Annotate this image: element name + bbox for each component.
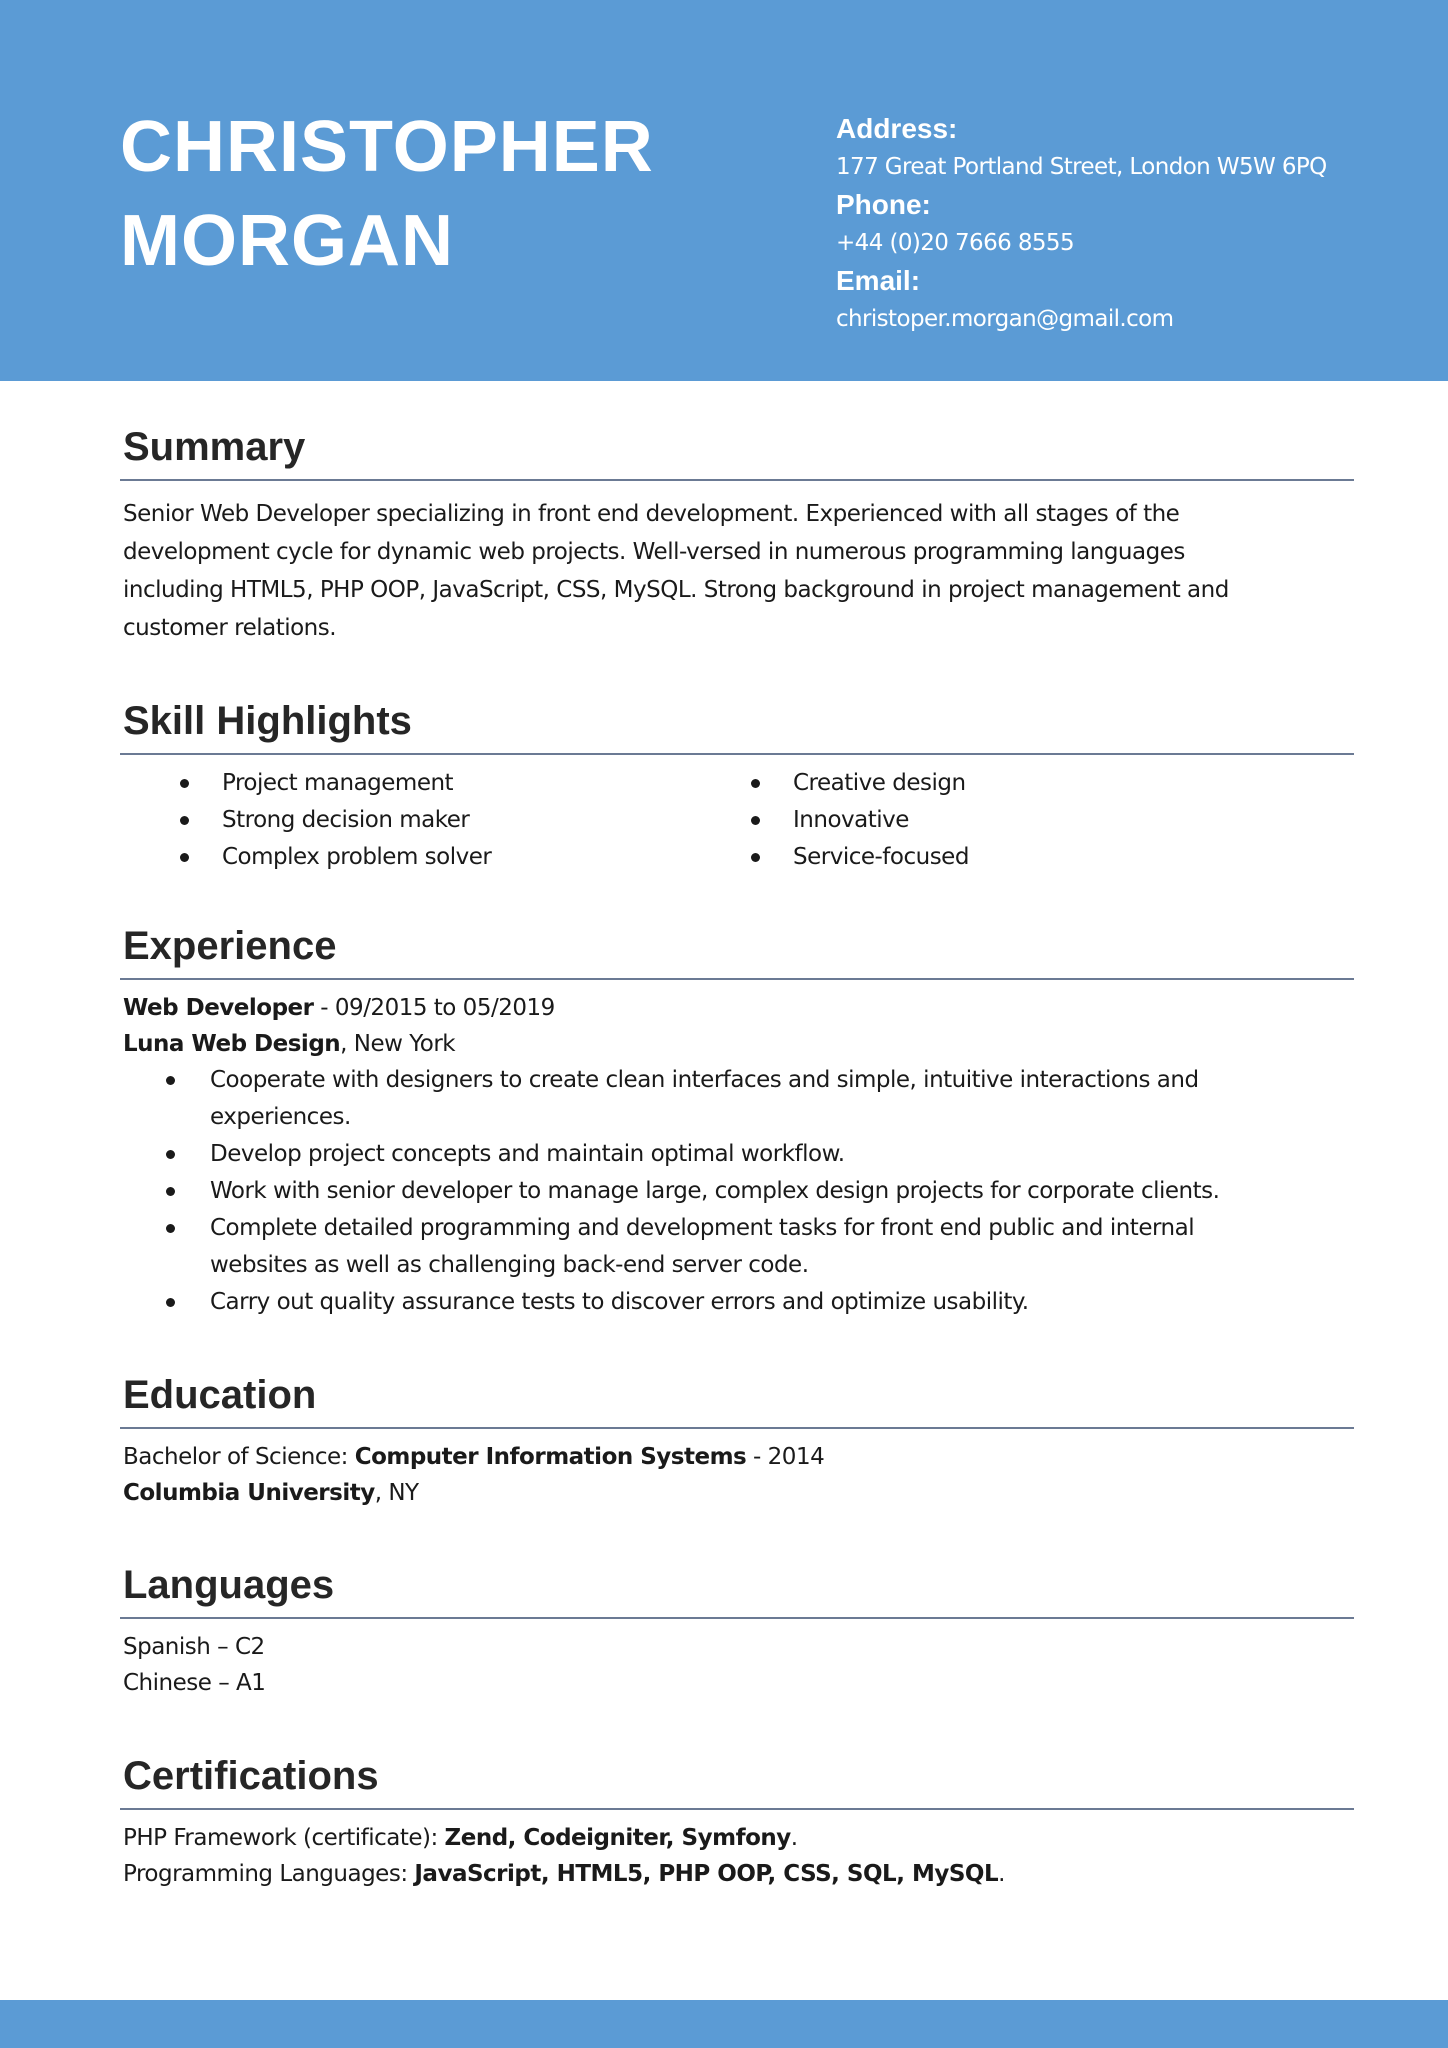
cert-value: Zend, Codeigniter, Symfony — [444, 1825, 792, 1851]
section-heading: Summary — [123, 425, 306, 469]
skill-item: Service-focused — [751, 839, 1322, 876]
degree-year: - 2014 — [746, 1444, 825, 1470]
skill-item: Complex problem solver — [180, 839, 751, 876]
school-name: Columbia University — [123, 1480, 375, 1506]
skill-item: Innovative — [751, 802, 1322, 839]
section-divider — [120, 479, 1354, 481]
languages-list: Spanish – C2 Chinese – A1 — [120, 1629, 1354, 1701]
item-line: experiences. — [210, 1104, 351, 1130]
item-line: Complete detailed programming and develo… — [210, 1215, 1195, 1241]
language-item: Chinese – A1 — [123, 1670, 266, 1696]
summary-text: Senior Web Developer specializing in fro… — [120, 495, 1354, 647]
summary-line: customer relations. — [123, 615, 337, 641]
school-line: Columbia University, NY — [123, 1475, 1354, 1511]
phone-value: +44 (0)20 7666 8555 — [836, 230, 1075, 256]
certification-item: Programming Languages: JavaScript, HTML5… — [123, 1856, 1354, 1892]
section-heading: Education — [123, 1373, 317, 1417]
name-first: CHRISTOPHER — [120, 107, 654, 187]
skill-item: Creative design — [751, 765, 1322, 802]
section-divider — [120, 1617, 1354, 1619]
responsibility-item: Complete detailed programming and develo… — [166, 1210, 1354, 1284]
languages-section: Languages Spanish – C2 Chinese – A1 — [120, 1561, 1354, 1701]
job-title: Web Developer — [123, 995, 314, 1021]
cert-suffix: . — [998, 1861, 1005, 1887]
email-label: Email: — [836, 265, 921, 296]
item-line: Work with senior developer to manage lar… — [210, 1178, 1220, 1204]
section-divider — [120, 1427, 1354, 1429]
education-details: Bachelor of Science: Computer Informatio… — [120, 1439, 1354, 1511]
skills-column-right: Creative design Innovative Service-focus… — [751, 765, 1322, 876]
job-title-line: Web Developer - 09/2015 to 05/2019 — [123, 990, 1354, 1026]
experience-section: Experience Web Developer - 09/2015 to 05… — [120, 922, 1354, 1321]
responsibility-item: Work with senior developer to manage lar… — [166, 1173, 1354, 1210]
school-location: , NY — [374, 1480, 419, 1506]
name-last: MORGAN — [120, 201, 454, 281]
item-line: Cooperate with designers to create clean… — [210, 1067, 1199, 1093]
company-name: Luna Web Design — [123, 1031, 341, 1057]
summary-section: Summary Senior Web Developer specializin… — [120, 423, 1354, 647]
contact-info: Address: 177 Great Portland Street, Lond… — [836, 110, 1327, 338]
responsibilities-list: Cooperate with designers to create clean… — [120, 1062, 1354, 1321]
summary-line: development cycle for dynamic web projec… — [123, 539, 1185, 565]
job-dates: - 09/2015 to 05/2019 — [313, 995, 555, 1021]
section-divider — [120, 753, 1354, 755]
company-line: Luna Web Design, New York — [123, 1026, 1354, 1062]
certifications-section: Certifications PHP Framework (certificat… — [120, 1752, 1354, 1892]
footer-bar — [0, 2000, 1448, 2048]
cert-value: JavaScript, HTML5, PHP OOP, CSS, SQL, My… — [414, 1861, 999, 1887]
certification-item: PHP Framework (certificate): Zend, Codei… — [123, 1820, 1354, 1856]
skill-item: Strong decision maker — [180, 802, 751, 839]
cert-label: Programming Languages: — [123, 1861, 415, 1887]
candidate-name: CHRISTOPHER MORGAN — [120, 100, 654, 288]
section-divider — [120, 978, 1354, 980]
skills-section: Skill Highlights Project management Stro… — [120, 697, 1354, 876]
address-label: Address: — [836, 113, 958, 144]
skills-list: Project management Strong decision maker… — [120, 765, 1354, 876]
summary-line: including HTML5, PHP OOP, JavaScript, CS… — [123, 577, 1229, 603]
phone-label: Phone: — [836, 189, 931, 220]
responsibility-item: Carry out quality assurance tests to dis… — [166, 1284, 1354, 1321]
degree-line: Bachelor of Science: Computer Informatio… — [123, 1439, 1354, 1475]
summary-line: Senior Web Developer specializing in fro… — [123, 501, 1180, 527]
language-item: Spanish – C2 — [123, 1634, 265, 1660]
section-divider — [120, 1808, 1354, 1810]
cert-label: PHP Framework (certificate): — [123, 1825, 445, 1851]
education-section: Education Bachelor of Science: Computer … — [120, 1371, 1354, 1511]
certifications-list: PHP Framework (certificate): Zend, Codei… — [120, 1820, 1354, 1892]
section-heading: Certifications — [123, 1754, 379, 1798]
company-location: , New York — [340, 1031, 456, 1057]
section-heading: Experience — [123, 924, 337, 968]
cert-suffix: . — [790, 1825, 798, 1851]
responsibility-item: Develop project concepts and maintain op… — [166, 1136, 1354, 1173]
item-line: Carry out quality assurance tests to dis… — [210, 1289, 1029, 1315]
job-header: Web Developer - 09/2015 to 05/2019 Luna … — [120, 990, 1354, 1062]
email-value[interactable]: christoper.morgan@gmail.com — [836, 300, 1327, 338]
skill-item: Project management — [180, 765, 751, 802]
item-line: websites as well as challenging back-end… — [210, 1252, 809, 1278]
address-value: 177 Great Portland Street, London W5W 6P… — [836, 154, 1327, 180]
skills-column-left: Project management Strong decision maker… — [180, 765, 751, 876]
degree-field: Computer Information Systems — [354, 1444, 747, 1470]
degree-type: Bachelor of Science: — [123, 1444, 355, 1470]
section-heading: Skill Highlights — [123, 699, 412, 743]
item-line: Develop project concepts and maintain op… — [210, 1141, 845, 1167]
section-heading: Languages — [123, 1563, 335, 1607]
responsibility-item: Cooperate with designers to create clean… — [166, 1062, 1354, 1136]
resume-header: CHRISTOPHER MORGAN Address: 177 Great Po… — [0, 0, 1448, 381]
